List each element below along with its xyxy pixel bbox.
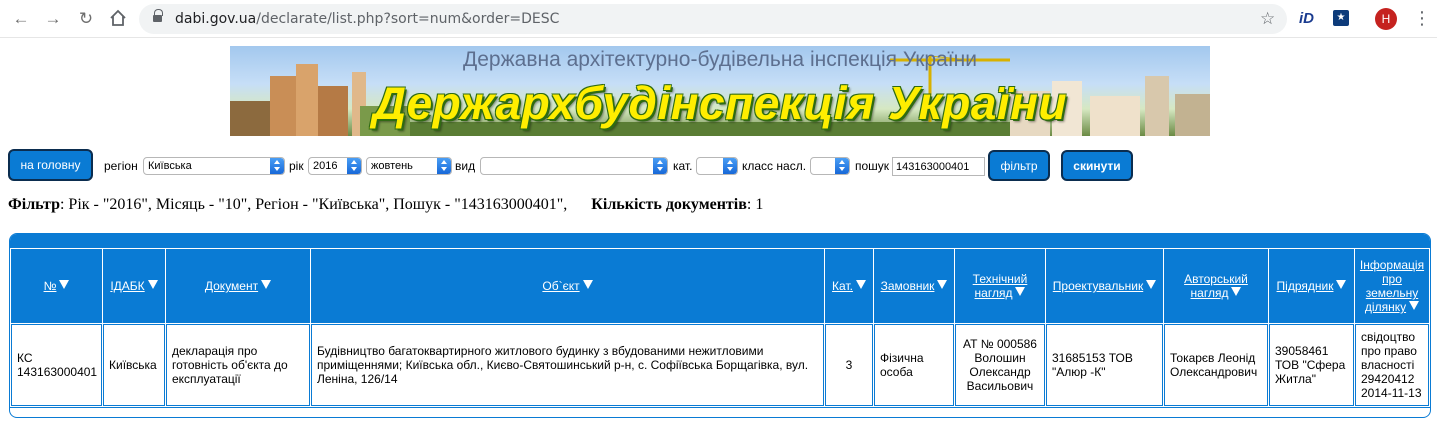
- site-banner: Державна архітектурно-будівельна інспекц…: [230, 46, 1210, 136]
- filter-summary-text: : Рік - "2016", Місяць - "10", Регіон - …: [59, 196, 568, 213]
- back-arrow-icon[interactable]: ←: [11, 9, 31, 29]
- declarations-table: № ІДАБК Документ Об`єкт Кат. Замовник Те…: [10, 248, 1430, 407]
- reload-icon[interactable]: ↻: [76, 9, 96, 29]
- url-text[interactable]: dabi.gov.ua/declarate/list.php?sort=num&…: [175, 11, 559, 27]
- cell-tech-supervision: АТ № 000586 Волошин Олександр Васильович: [955, 324, 1045, 406]
- filter-bar: на головну регіон Київська рік 2016 жовт…: [8, 149, 1428, 181]
- year-label: рік: [289, 159, 304, 173]
- column-header-tech-supervision[interactable]: Технічний нагляд: [955, 249, 1045, 323]
- menu-dots-icon[interactable]: ⋮: [1413, 8, 1431, 28]
- reset-button[interactable]: скинути: [1061, 150, 1133, 181]
- column-header-author-supervision[interactable]: Авторський нагляд: [1164, 249, 1268, 323]
- table-bottom-bar: [10, 407, 1430, 418]
- address-bar[interactable]: dabi.gov.ua/declarate/list.php?sort=num&…: [139, 4, 1287, 34]
- document-count-text: : 1: [746, 196, 764, 213]
- table-header-row: № ІДАБК Документ Об`єкт Кат. Замовник Те…: [11, 249, 1429, 323]
- banner-subtitle: Державна архітектурно-будівельна інспекц…: [463, 48, 977, 71]
- select-arrows-icon: [270, 158, 284, 174]
- select-arrows-icon: [347, 158, 361, 174]
- home-icon[interactable]: [108, 9, 128, 29]
- column-header-category[interactable]: Кат.: [825, 249, 873, 323]
- home-button[interactable]: на головну: [8, 149, 93, 181]
- extension-id-icon[interactable]: iD: [1299, 10, 1314, 27]
- sort-arrow-icon: [1231, 287, 1242, 296]
- column-header-idabk[interactable]: ІДАБК: [103, 249, 165, 323]
- sort-arrow-icon: [1146, 280, 1157, 289]
- filter-summary-label: Фільтр: [8, 196, 60, 213]
- sort-arrow-icon: [937, 280, 948, 289]
- column-header-designer[interactable]: Проектувальник: [1046, 249, 1163, 323]
- search-label: пошук: [855, 159, 890, 173]
- column-header-document[interactable]: Документ: [166, 249, 310, 323]
- sort-arrow-icon: [261, 280, 272, 289]
- cell-object: Будівництво багатоквартирного житлового …: [311, 324, 824, 406]
- document-count-label: Кількість документів: [591, 196, 747, 213]
- sort-arrow-icon: [582, 280, 593, 289]
- cell-author-supervision: Токарєв Леонід Олександрович: [1164, 324, 1268, 406]
- cell-land-info: свідоцтво про право власності 29420412 2…: [1355, 324, 1429, 406]
- sort-arrow-icon: [1409, 301, 1420, 310]
- sort-arrow-icon: [1015, 287, 1026, 296]
- column-header-land-info[interactable]: Інформація про земельну ділянку: [1355, 249, 1429, 323]
- banner-title: Держархбудінспекція України: [372, 77, 1068, 129]
- select-arrows-icon: [835, 158, 849, 174]
- star-icon[interactable]: ☆: [1260, 9, 1275, 29]
- profile-avatar[interactable]: H: [1375, 8, 1397, 30]
- search-input[interactable]: [892, 157, 985, 176]
- filter-button[interactable]: фільтр: [988, 150, 1050, 181]
- year-select[interactable]: 2016: [308, 157, 362, 175]
- column-header-object[interactable]: Об`єкт: [311, 249, 824, 323]
- sort-arrow-icon: [147, 280, 158, 289]
- column-header-contractor[interactable]: Підрядник: [1269, 249, 1354, 323]
- sort-arrow-icon: [855, 280, 866, 289]
- table-row: КС 143163000401 Київська декларація про …: [11, 324, 1429, 406]
- forward-arrow-icon[interactable]: →: [43, 9, 63, 29]
- cell-designer: 31685153 ТОВ "Алюр -К": [1046, 324, 1163, 406]
- column-header-customer[interactable]: Замовник: [874, 249, 954, 323]
- browser-toolbar: ← → ↻ dabi.gov.ua/declarate/list.php?sor…: [0, 0, 1437, 38]
- type-select[interactable]: [480, 157, 668, 175]
- declarations-table-frame: № ІДАБК Документ Об`єкт Кат. Замовник Те…: [9, 233, 1431, 418]
- class-select[interactable]: [810, 157, 850, 175]
- cell-customer: Фізична особа: [874, 324, 954, 406]
- filter-summary: Фільтр: Рік - "2016", Місяць - "10", Рег…: [8, 196, 763, 214]
- cell-number: КС 143163000401: [11, 324, 102, 406]
- column-header-number[interactable]: №: [11, 249, 102, 323]
- cell-idabk: Київська: [103, 324, 165, 406]
- category-select[interactable]: [696, 157, 738, 175]
- region-label: регіон: [104, 159, 138, 173]
- lock-icon: [153, 9, 163, 24]
- cell-document: декларація про готовність об'єкта до екс…: [166, 324, 310, 406]
- select-arrows-icon: [653, 158, 667, 174]
- select-arrows-icon: [437, 158, 451, 174]
- category-label: кат.: [673, 159, 693, 173]
- cell-category: 3: [825, 324, 873, 406]
- select-arrows-icon: [723, 158, 737, 174]
- sort-arrow-icon: [1336, 280, 1347, 289]
- month-select[interactable]: жовтень: [366, 157, 452, 175]
- region-select[interactable]: Київська: [143, 157, 285, 175]
- table-top-bar: [10, 234, 1430, 248]
- class-label: класс насл.: [742, 159, 807, 173]
- extension-icon[interactable]: ★: [1333, 10, 1349, 26]
- type-label: вид: [455, 159, 476, 173]
- sort-arrow-icon: [59, 280, 70, 289]
- cell-contractor: 39058461 ТОВ "Сфера Житла": [1269, 324, 1354, 406]
